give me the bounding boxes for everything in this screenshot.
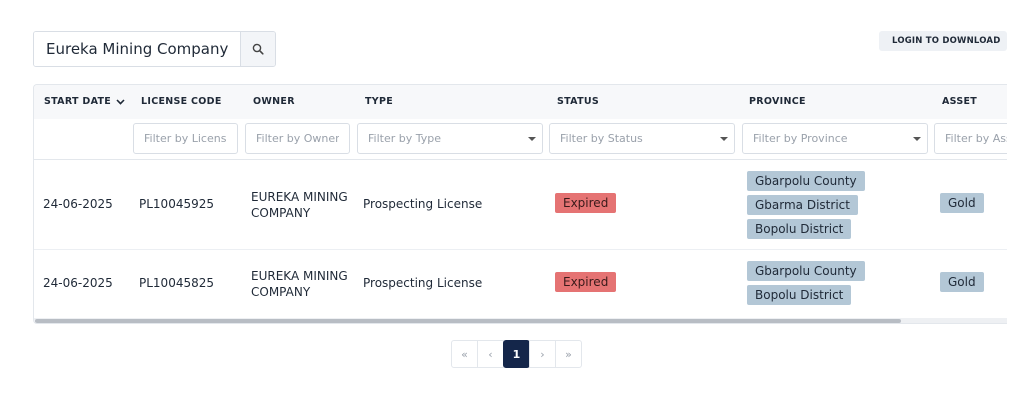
cell-owner: EUREKA MINING COMPANY	[251, 189, 348, 221]
cell-status: Expired	[555, 272, 617, 292]
cell-type: Prospecting License	[363, 276, 483, 290]
cell-license-code: PL10045925	[139, 197, 214, 211]
province-tag: Gbarpolu County	[747, 171, 865, 191]
table-header: START DATE LICENSE CODE OWNER TYPE STATU…	[34, 85, 1007, 120]
table-row[interactable]: 24-06-2025 PL10045925 EUREKA MINING COMP…	[34, 160, 1007, 250]
login-to-download-label: LOGIN TO DOWNLOAD	[892, 36, 1001, 46]
owner-line: EUREKA MINING	[251, 269, 348, 283]
column-header-status[interactable]: STATUS	[557, 85, 599, 119]
cell-type: Prospecting License	[363, 197, 483, 211]
column-header-type[interactable]: TYPE	[365, 85, 393, 119]
search-bar	[33, 31, 276, 67]
dropdown-caret-icon	[913, 137, 921, 141]
province-tag: Gbarma District	[747, 195, 858, 215]
filter-type-input[interactable]	[358, 124, 542, 153]
cell-asset: Gold	[940, 272, 984, 296]
filter-status-select[interactable]	[549, 123, 735, 154]
cell-license-code: PL10045825	[139, 276, 214, 290]
filter-province-select[interactable]	[742, 123, 928, 154]
column-header-start-date[interactable]: START DATE	[44, 85, 125, 119]
table-row[interactable]: 24-06-2025 PL10045825 EUREKA MINING COMP…	[34, 250, 1007, 318]
filter-license-code	[133, 123, 238, 154]
cell-status: Expired	[555, 193, 617, 213]
column-header-license-code[interactable]: LICENSE CODE	[141, 85, 222, 119]
cell-province: Gbarpolu County Bopolu District	[747, 261, 865, 309]
province-tag: Bopolu District	[747, 219, 852, 239]
filter-license-code-input[interactable]	[134, 124, 237, 153]
chevron-down-icon	[116, 99, 125, 105]
search-button[interactable]	[240, 32, 275, 66]
previous-page-button[interactable]: ‹	[477, 340, 504, 368]
cell-asset: Gold	[940, 193, 984, 217]
owner-line: EUREKA MINING	[251, 190, 348, 204]
column-header-owner[interactable]: OWNER	[253, 85, 295, 119]
page-1-button[interactable]: 1	[503, 340, 530, 368]
filter-status-input[interactable]	[550, 124, 734, 153]
first-page-button[interactable]: «	[451, 340, 478, 368]
column-label: START DATE	[44, 96, 112, 107]
column-header-asset[interactable]: ASSET	[942, 85, 977, 119]
login-to-download-button[interactable]: LOGIN TO DOWNLOAD	[879, 31, 1007, 51]
asset-tag: Gold	[940, 193, 984, 213]
cell-owner: EUREKA MINING COMPANY	[251, 268, 348, 300]
filter-owner	[245, 123, 350, 154]
dropdown-caret-icon	[528, 137, 536, 141]
filter-province-input[interactable]	[743, 124, 927, 153]
province-tag: Gbarpolu County	[747, 261, 865, 281]
search-icon	[252, 43, 264, 55]
province-tag: Bopolu District	[747, 285, 852, 305]
cell-province: Gbarpolu County Gbarma District Bopolu D…	[747, 171, 865, 243]
filter-asset-input[interactable]	[935, 124, 1007, 153]
asset-tag: Gold	[940, 272, 984, 292]
owner-line: COMPANY	[251, 285, 311, 299]
scrollbar-thumb[interactable]	[35, 319, 901, 323]
cell-start-date: 24-06-2025	[43, 197, 113, 211]
status-badge: Expired	[555, 272, 617, 292]
column-header-province[interactable]: PROVINCE	[749, 85, 806, 119]
status-badge: Expired	[555, 193, 617, 213]
filter-row	[34, 119, 1007, 160]
licenses-table: START DATE LICENSE CODE OWNER TYPE STATU…	[33, 84, 1007, 324]
cell-start-date: 24-06-2025	[43, 276, 113, 290]
filter-owner-input[interactable]	[246, 124, 349, 153]
filter-asset	[934, 123, 1007, 154]
owner-line: COMPANY	[251, 206, 311, 220]
pagination: « ‹ 1 › »	[451, 340, 582, 368]
next-page-button[interactable]: ›	[529, 340, 556, 368]
last-page-button[interactable]: »	[555, 340, 582, 368]
search-input[interactable]	[34, 32, 240, 66]
horizontal-scrollbar[interactable]	[34, 318, 1007, 323]
dropdown-caret-icon	[720, 137, 728, 141]
filter-type-select[interactable]	[357, 123, 543, 154]
